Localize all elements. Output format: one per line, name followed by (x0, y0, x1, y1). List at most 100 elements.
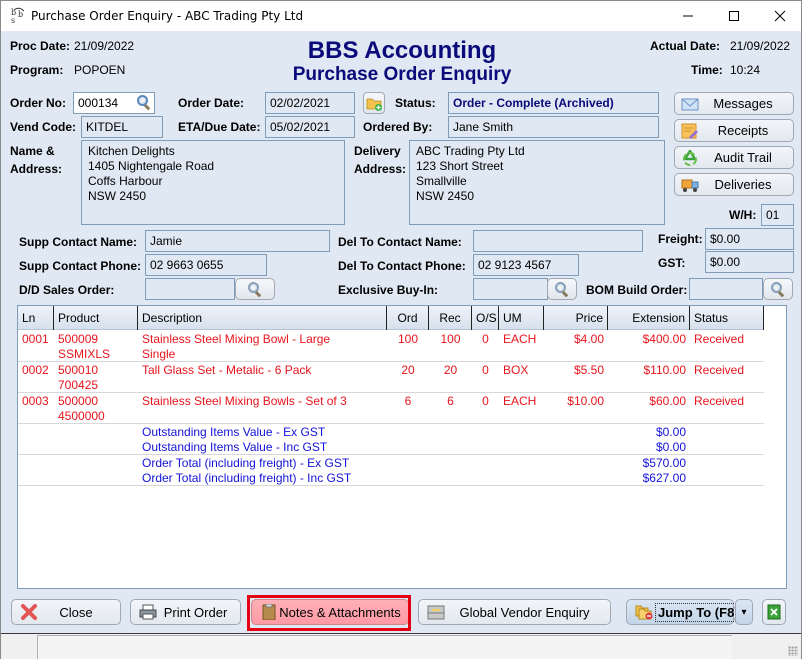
resize-grip-icon[interactable] (788, 646, 798, 656)
name-address-field: Kitchen Delights 1405 Nightengale Road C… (81, 140, 345, 225)
print-order-button[interactable]: Print Order (130, 599, 241, 625)
bom-build-order-field[interactable] (689, 278, 763, 300)
status-bar-panel-2 (367, 635, 732, 659)
chevron-down-icon: ▾ (741, 606, 747, 618)
cell-product: 500009 SSMIXLS (58, 332, 111, 361)
table-row[interactable]: 0002 500010 700425 Tall Glass Set - Metali… (18, 362, 764, 393)
supp-contact-phone-field: 02 9663 0655 (145, 254, 267, 276)
folder-add-icon (366, 98, 382, 111)
status-bar-panel-1 (37, 635, 367, 659)
actual-date-label: Actual Date: (650, 39, 721, 53)
time-label: Time: (691, 63, 723, 77)
vend-code-value: KITDEL (86, 120, 129, 134)
gst-field: $0.00 (705, 251, 794, 273)
cell-price: $5.50 (573, 363, 604, 377)
bom-build-order-search-button[interactable] (763, 278, 793, 300)
truck-icon (681, 179, 699, 192)
cell-rec: 20 (443, 363, 458, 377)
receipts-button[interactable]: Receipts (674, 119, 794, 142)
gst-value: $0.00 (710, 255, 741, 269)
cell-os: 0 (482, 363, 489, 377)
cell-price: $4.00 (573, 332, 604, 346)
dd-sales-order-label: D/D Sales Order: (19, 283, 115, 297)
order-search-icon[interactable] (137, 95, 151, 111)
eta-label: ETA/Due Date: (178, 120, 261, 134)
table-row[interactable]: 0003 500000 4500000 Stainless Steel Mixing… (18, 393, 764, 424)
dd-sales-order-field[interactable] (145, 278, 235, 300)
cell-price: $10.00 (567, 394, 604, 408)
minimize-button[interactable] (665, 1, 711, 31)
name-address-label-line1: Name & (10, 144, 55, 158)
del-contact-name-label: Del To Contact Name: (338, 235, 462, 249)
close-button[interactable]: Close (11, 599, 121, 625)
order-no-label: Order No: (10, 96, 67, 110)
cell-extension: $400.00 (642, 332, 686, 346)
cell-um: BOX (503, 363, 529, 377)
cell-description: Stainless Steel Mixing Bowls - Set of 3 (142, 394, 347, 408)
col-os[interactable]: O/S (472, 306, 499, 330)
col-description[interactable]: Description (138, 306, 387, 330)
status-bar (1, 633, 801, 659)
status-field: Order - Complete (Archived) (448, 92, 659, 114)
bom-build-order-label: BOM Build Order: (586, 283, 688, 297)
purchase-order-enquiry-window: bbs Purchase Order Enquiry - ABC Trading… (0, 0, 802, 659)
col-product[interactable]: Product (54, 306, 138, 330)
cell-rec: 100 (440, 332, 461, 346)
cell-status: Received (694, 363, 745, 377)
table-row[interactable]: 0001 500009 SSMIXLS Stainless Steel Mixing… (18, 331, 764, 362)
summary-label: Order Total (including freight) - Ex GST (142, 456, 350, 470)
order-no-value: 000134 (78, 96, 119, 110)
vend-code-label: Vend Code: (10, 120, 77, 134)
deliveries-button[interactable]: Deliveries (674, 173, 794, 196)
cell-extension: $60.00 (649, 394, 686, 408)
close-x-icon (21, 604, 37, 620)
cell-ord: 6 (404, 394, 412, 408)
col-um[interactable]: UM (499, 306, 544, 330)
cell-ln: 0001 (22, 332, 49, 346)
supp-contact-phone-label: Supp Contact Phone: (19, 259, 141, 273)
supp-contact-name-label: Supp Contact Name: (19, 235, 138, 249)
col-status[interactable]: Status (690, 306, 764, 330)
cell-extension: $110.00 (643, 363, 687, 377)
bbs-logo-icon: bbs (10, 7, 28, 25)
messages-button[interactable]: Messages (674, 92, 794, 115)
summary-value: $570.00 (642, 456, 686, 470)
exclusive-buyin-field[interactable] (473, 278, 548, 300)
warehouse-value: 01 (766, 208, 780, 222)
col-rec[interactable]: Rec (429, 306, 472, 330)
supp-contact-name-field: Jamie (145, 230, 330, 252)
del-contact-phone-field: 02 9123 4567 (473, 254, 579, 276)
global-vendor-enquiry-button[interactable]: Global Vendor Enquiry (418, 599, 611, 625)
export-excel-button[interactable] (762, 599, 786, 625)
title-bar: bbs Purchase Order Enquiry - ABC Trading… (1, 1, 801, 31)
jump-to-dropdown-button[interactable]: ▾ (735, 599, 753, 625)
audit-trail-button[interactable]: Audit Trail (674, 146, 794, 169)
cell-ord: 100 (397, 332, 419, 346)
summary-group: Order Total (including freight) - Ex GST… (18, 455, 764, 486)
summary-value: $0.00 (655, 425, 686, 439)
actual-date-value: 21/09/2022 (730, 39, 791, 53)
close-window-button[interactable] (757, 1, 802, 31)
jump-to-button[interactable]: Jump To (F8) (626, 599, 742, 625)
eta-value: 05/02/2021 (270, 120, 331, 134)
col-extension[interactable]: Extension (608, 306, 690, 330)
col-ln[interactable]: Ln (18, 306, 54, 330)
col-ord[interactable]: Ord (387, 306, 429, 330)
warehouse-field: 01 (761, 204, 794, 226)
col-price[interactable]: Price (544, 306, 608, 330)
ordered-by-label: Ordered By: (363, 120, 433, 134)
order-lines-grid[interactable]: Ln Product Description Ord Rec O/S UM Pr… (17, 305, 787, 589)
svg-text:s: s (11, 16, 15, 25)
gst-label: GST: (658, 256, 686, 270)
supp-contact-phone-value: 02 9663 0655 (150, 258, 224, 272)
exclusive-buyin-search-button[interactable] (547, 278, 577, 300)
printer-icon (139, 604, 157, 620)
new-folder-button[interactable] (363, 92, 385, 114)
order-date-value: 02/02/2021 (270, 96, 331, 110)
dd-sales-order-search-button[interactable] (235, 278, 275, 300)
maximize-button[interactable] (711, 1, 757, 31)
ordered-by-value: Jane Smith (453, 120, 514, 134)
cell-os: 0 (482, 332, 489, 346)
supp-contact-name-value: Jamie (150, 234, 183, 248)
magnifier-icon (248, 282, 262, 298)
